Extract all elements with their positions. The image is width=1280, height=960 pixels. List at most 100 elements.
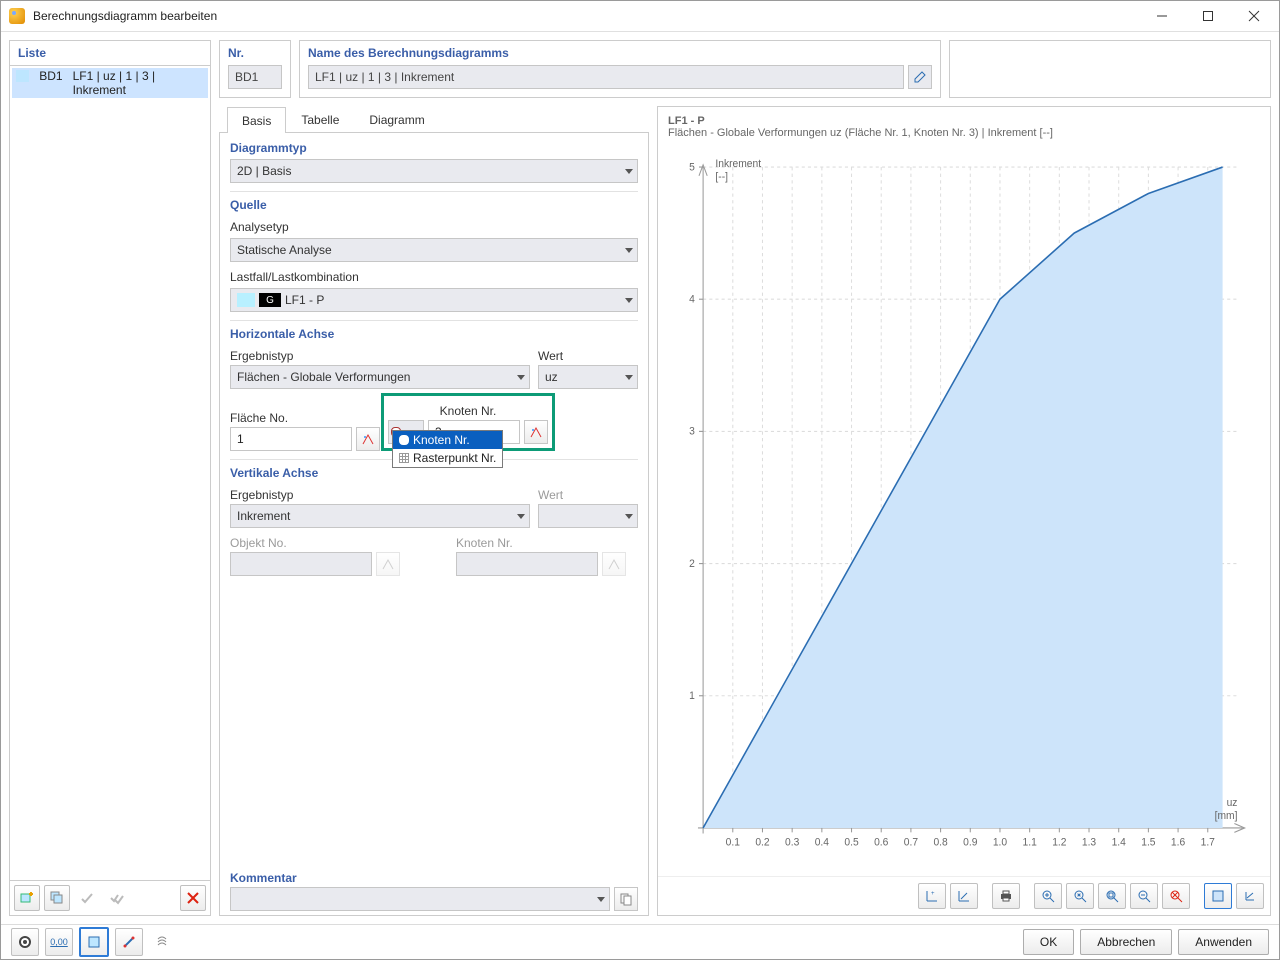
list-item[interactable]: BD1 LF1 | uz | 1 | 3 | Inkrement [12,68,208,98]
popup-opt-label: Rasterpunkt Nr. [413,451,496,465]
v-wert-label: Wert [538,488,638,502]
titlebar: Berechnungsdiagramm bearbeiten [1,1,1279,32]
window-title: Berechnungsdiagramm bearbeiten [33,9,1139,23]
svg-text:1: 1 [689,690,695,702]
tab-basis[interactable]: Basis [227,107,286,133]
copy-item-button[interactable] [44,885,70,911]
svg-text:Inkrement: Inkrement [715,158,761,170]
check-all-button[interactable] [104,885,130,911]
color-swatch [237,293,255,307]
lastfall-select[interactable]: GLF1 - P [230,288,638,312]
v-ergebnistyp-label: Ergebnistyp [230,488,530,502]
section-quelle: Quelle [230,191,638,212]
cancel-button[interactable]: Abbrechen [1080,929,1172,955]
v-wert-select [538,504,638,528]
close-button[interactable] [1231,1,1277,31]
section-kommentar: Kommentar [230,871,638,885]
options-button[interactable] [149,929,175,955]
svg-text:0.8: 0.8 [933,836,947,848]
flaeche-input[interactable]: 1 [230,427,352,451]
zoom-in-button[interactable] [1034,883,1062,909]
nr-panel: Nr. BD1 [219,40,291,98]
svg-text:+: + [931,891,935,897]
zoom-pan-button[interactable] [1066,883,1094,909]
members-button[interactable] [115,928,143,956]
minimize-button[interactable] [1139,1,1185,31]
h-ergebnistyp-select[interactable]: Flächen - Globale Verformungen [230,365,530,389]
svg-text:0.5: 0.5 [844,836,858,848]
svg-text:1.7: 1.7 [1201,836,1215,848]
axis-y-button[interactable] [950,883,978,909]
svg-text:1.4: 1.4 [1112,836,1126,848]
ok-button[interactable]: OK [1023,929,1074,955]
grid-icon [399,453,409,463]
new-item-button[interactable] [14,885,40,911]
pick-objekt-button [376,552,400,576]
delete-button[interactable] [180,885,206,911]
svg-text:1.5: 1.5 [1141,836,1155,848]
edit-name-button[interactable] [908,65,932,89]
h-wert-label: Wert [538,349,638,363]
ok-label: OK [1040,935,1057,949]
apply-button[interactable]: Anwenden [1178,929,1269,955]
list-item-label: LF1 | uz | 1 | 3 | Inkrement [73,69,204,97]
print-button[interactable] [992,883,1020,909]
flaeche-label: Fläche No. [230,411,380,425]
zoom-out-button[interactable] [1130,883,1158,909]
chevron-down-icon [625,248,633,253]
chevron-down-icon [625,169,633,174]
zoom-window-button[interactable] [1098,883,1126,909]
section-diagrammtyp: Diagrammtyp [230,141,638,155]
chevron-down-icon [597,897,605,902]
nr-value: BD1 [228,65,282,89]
svg-text:5: 5 [689,161,695,173]
axis-x-button[interactable]: + [918,883,946,909]
svg-text:0.3: 0.3 [785,836,799,848]
svg-text:3: 3 [689,425,695,437]
analysetyp-label: Analysetyp [230,220,638,234]
analysetyp-value: Statische Analyse [237,243,332,257]
toggle-grid-button[interactable] [1204,883,1232,909]
spare-panel [949,40,1271,98]
knoten-type-popup: Knoten Nr. Rasterpunkt Nr. [392,430,503,468]
v-ergebnistyp-select[interactable]: Inkrement [230,504,530,528]
tab-tabelle[interactable]: Tabelle [286,106,354,132]
svg-text:uᴢ: uᴢ [1227,797,1238,809]
svg-text:2: 2 [689,558,695,570]
apply-label: Anwenden [1195,935,1252,949]
zoom-reset-button[interactable] [1162,883,1190,909]
list-header: Liste [10,41,210,66]
maximize-button[interactable] [1185,1,1231,31]
pick-flaeche-button[interactable] [356,427,380,451]
svg-text:4: 4 [689,293,695,305]
category-chip: G [259,293,281,307]
kommentar-copy-button[interactable] [614,887,638,911]
node-icon [399,435,409,445]
analysetyp-select[interactable]: Statische Analyse [230,238,638,262]
h-wert-select[interactable]: uz [538,365,638,389]
chevron-down-icon [517,514,525,519]
svg-text:1.1: 1.1 [1023,836,1037,848]
diagrammtyp-select[interactable]: 2D | Basis [230,159,638,183]
chart-title: LF1 - P [668,115,1260,127]
pick-vknoten-button [602,552,626,576]
view-mode-button[interactable] [79,927,109,957]
help-button[interactable] [11,928,39,956]
diagrammtyp-value: 2D | Basis [237,164,291,178]
name-panel: Name des Berechnungsdiagramms LF1 | uᴢ |… [299,40,941,98]
pick-knoten-button[interactable] [524,420,548,444]
chart-subtitle: Flächen - Globale Verformungen uᴢ (Fläch… [668,127,1260,139]
popup-opt-knoten[interactable]: Knoten Nr. [393,431,502,449]
statusbar: 0,00 OK Abbrechen Anwenden [1,924,1279,959]
svg-text:[mm]: [mm] [1215,810,1238,822]
svg-text:1.0: 1.0 [993,836,1007,848]
tab-diagramm[interactable]: Diagramm [354,106,439,132]
units-button[interactable]: 0,00 [45,928,73,956]
toggle-axes-button[interactable] [1236,883,1264,909]
diagram-icon [16,70,29,82]
popup-opt-raster[interactable]: Rasterpunkt Nr. [393,449,502,467]
h-wert-value: uz [545,370,558,384]
check-button[interactable] [74,885,100,911]
v-ergebnistyp-value: Inkrement [237,509,290,523]
kommentar-select[interactable] [230,887,610,911]
